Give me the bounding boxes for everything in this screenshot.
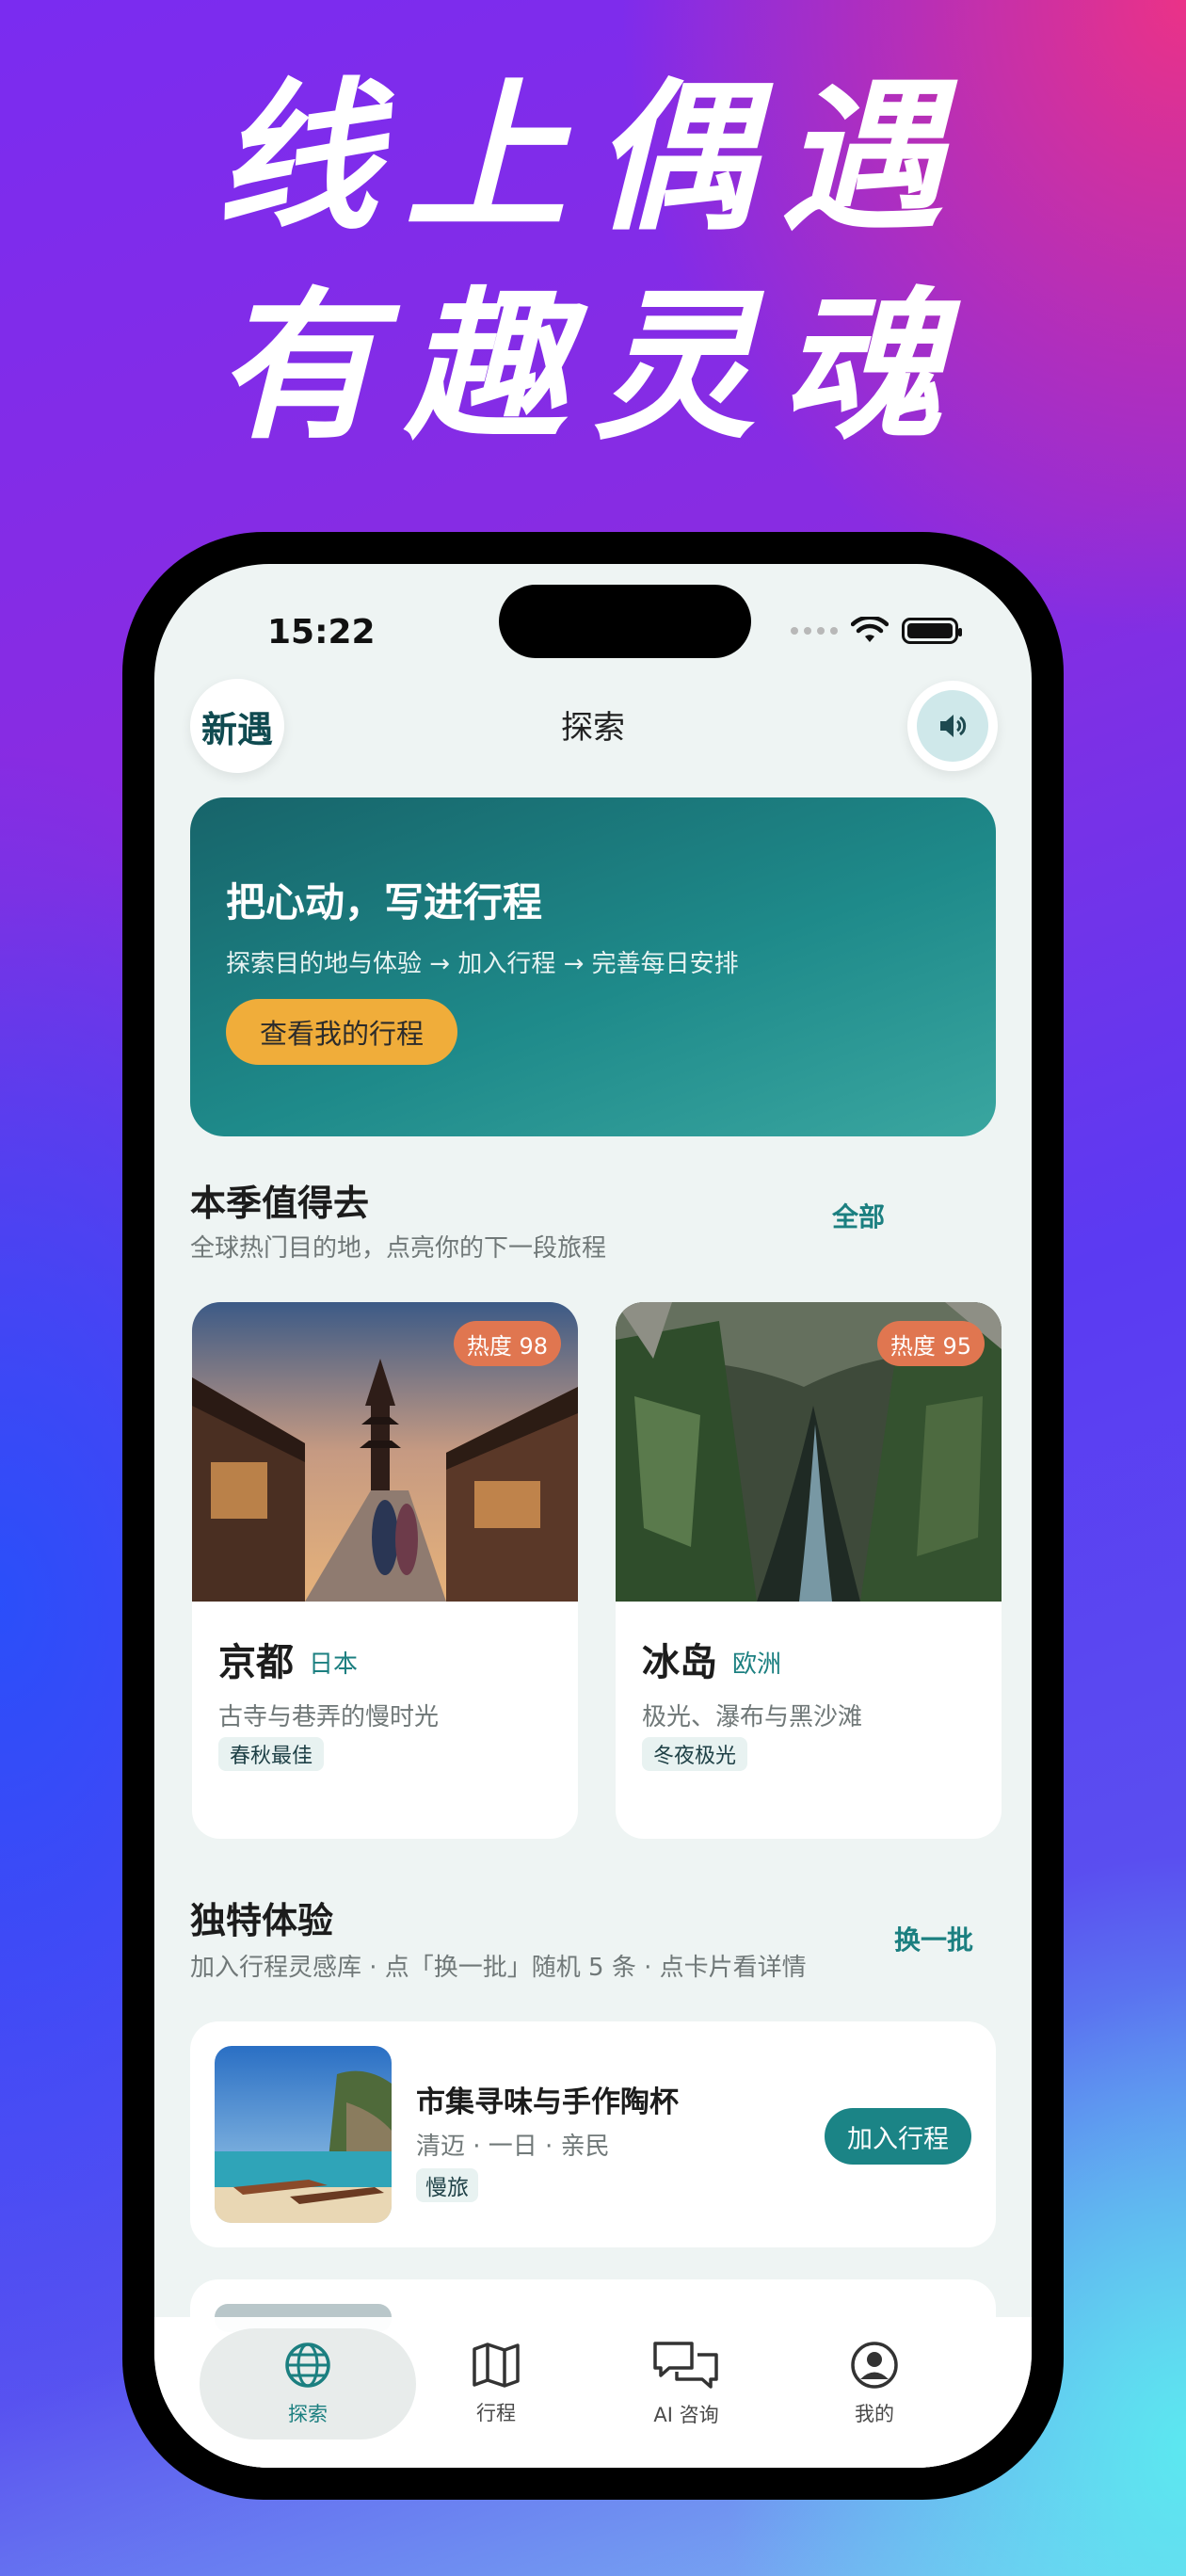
experience-title: 市集寻味与手作陶杯	[416, 2085, 679, 2119]
hero-banner: 把心动，写进行程 探索目的地与体验 → 加入行程 → 完善每日安排 查看我的行程	[190, 797, 996, 1136]
heat-badge: 热度 98	[453, 1321, 561, 1366]
phone-screen: 15:22 新遇 探索 把心动，写进行程 探索目的地与体验 → 加入行程 → 完…	[154, 564, 1032, 2468]
destination-card-kyoto[interactable]: 热度 98 京都 日本 古寺与巷弄的慢时光 春秋最佳	[192, 1302, 578, 1839]
experience-tag: 慢旅	[416, 2168, 478, 2202]
tab-label: 探索	[288, 2403, 328, 2425]
status-icons	[791, 617, 962, 645]
chat-icon	[653, 2342, 718, 2389]
experiences-section-subtitle: 加入行程灵感库 · 点「换一批」随机 5 条 · 点卡片看详情	[190, 1954, 807, 1982]
battery-icon	[902, 618, 962, 644]
view-all-link[interactable]: 全部	[832, 1197, 885, 1234]
top-bar: 新遇 探索	[154, 673, 1032, 773]
destination-name: 京都	[218, 1641, 294, 1684]
map-icon	[473, 2343, 520, 2388]
experiences-section-title: 独特体验	[190, 1900, 334, 1941]
experience-image	[215, 2046, 392, 2223]
signal-dots-icon	[791, 627, 838, 635]
tab-ai-consult[interactable]: AI 咨询	[578, 2328, 794, 2439]
tab-label: 行程	[476, 2402, 516, 2424]
experience-card[interactable]: 市集寻味与手作陶杯 清迈 · 一日 · 亲民 慢旅 加入行程	[190, 2021, 996, 2247]
phone-frame: 15:22 新遇 探索 把心动，写进行程 探索目的地与体验 → 加入行程 → 完…	[122, 532, 1064, 2500]
destination-name: 冰岛	[642, 1641, 717, 1684]
experience-meta: 清迈 · 一日 · 亲民	[416, 2133, 610, 2161]
globe-icon	[285, 2343, 330, 2388]
destination-tag: 冬夜极光	[642, 1737, 748, 1771]
sound-button[interactable]	[907, 681, 998, 771]
speaker-icon	[940, 715, 967, 737]
tab-profile[interactable]: 我的	[766, 2328, 983, 2439]
tab-bar: 探索 行程 AI 咨询 我的	[154, 2317, 1032, 2468]
destination-tag: 春秋最佳	[218, 1737, 325, 1771]
destination-region: 日本	[309, 1650, 359, 1679]
tab-label: 我的	[855, 2403, 894, 2425]
status-time: 15:22	[267, 613, 376, 652]
season-section-title: 本季值得去	[190, 1183, 370, 1224]
wifi-icon	[851, 617, 889, 642]
destination-card-iceland[interactable]: 热度 95 冰岛 欧洲 极光、瀑布与黑沙滩 冬夜极光	[616, 1302, 1002, 1839]
season-section-subtitle: 全球热门目的地，点亮你的下一段旅程	[190, 1234, 607, 1263]
tab-explore[interactable]: 探索	[200, 2328, 416, 2439]
tab-itinerary[interactable]: 行程	[388, 2328, 604, 2439]
user-icon	[851, 2342, 898, 2389]
tab-label: AI 咨询	[653, 2404, 719, 2426]
headline-line-2: 有趣灵魂	[216, 272, 970, 461]
headline-line-1: 线上偶遇	[216, 63, 970, 252]
view-itinerary-button[interactable]: 查看我的行程	[226, 999, 458, 1065]
add-to-itinerary-button[interactable]: 加入行程	[825, 2108, 971, 2165]
heat-badge: 热度 95	[876, 1321, 985, 1366]
shuffle-button[interactable]: 换一批	[894, 1920, 973, 1957]
dynamic-island	[499, 585, 751, 658]
hero-title: 把心动，写进行程	[226, 879, 543, 926]
destination-region: 欧洲	[732, 1650, 782, 1679]
hero-subtitle: 探索目的地与体验 → 加入行程 → 完善每日安排	[226, 950, 739, 978]
page-title: 探索	[561, 709, 625, 747]
destination-desc: 古寺与巷弄的慢时光	[218, 1703, 440, 1731]
destination-desc: 极光、瀑布与黑沙滩	[642, 1703, 863, 1731]
